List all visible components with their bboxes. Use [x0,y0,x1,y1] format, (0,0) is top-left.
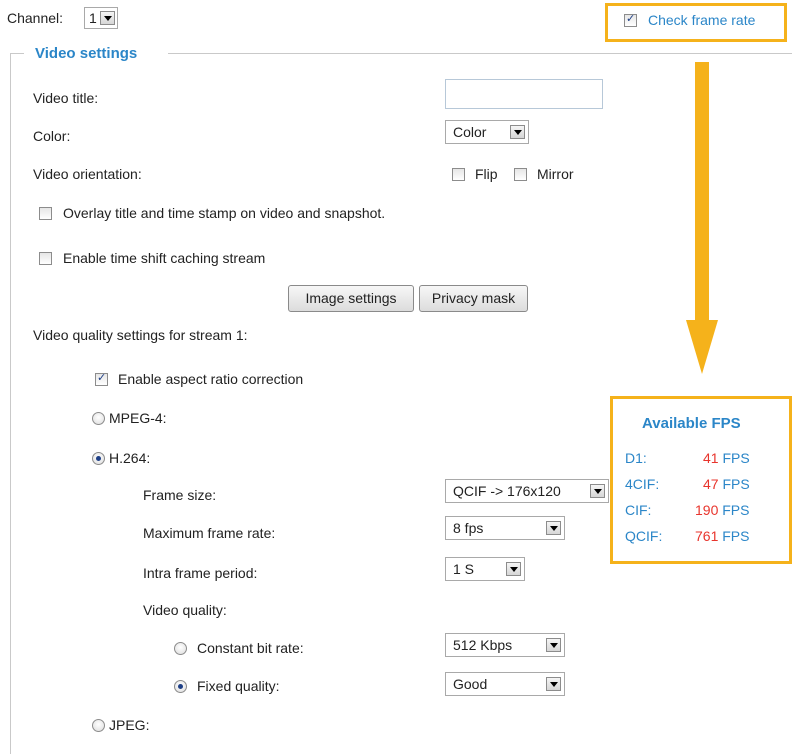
fps-row-value: 761 FPS [695,527,749,545]
fps-value: 41 [703,450,719,466]
intra-frame-select-value: 1 S [453,561,475,577]
channel-select-value: 1 [89,10,97,26]
arrow-head-icon [686,320,718,374]
fps-unit: FPS [722,502,750,518]
fps-unit: FPS [722,528,750,544]
fixed-quality-select-value: Good [453,676,488,692]
fps-row-value: 190 FPS [695,501,749,519]
jpeg-label: JPEG: [109,717,150,733]
video-orientation-label: Video orientation: [33,166,142,182]
fieldset-top-left [10,53,24,54]
h264-label: H.264: [109,450,151,466]
constant-bit-rate-select-value: 512 Kbps [453,637,513,653]
chevron-down-icon [510,125,525,139]
max-frame-rate-select[interactable]: 8 fps [445,516,565,540]
channel-label: Channel: [7,10,64,26]
constant-bit-rate-select[interactable]: 512 Kbps [445,633,565,657]
video-quality-label: Video quality: [143,602,227,618]
fixed-quality-label: Fixed quality: [197,678,280,694]
fixed-quality-radio[interactable] [174,680,187,693]
fps-unit: FPS [722,476,750,492]
image-settings-button[interactable]: Image settings [288,285,414,312]
fixed-quality-select[interactable]: Good [445,672,565,696]
fps-value: 190 [695,502,719,518]
chevron-down-icon [100,11,115,25]
color-select[interactable]: Color [445,120,529,144]
channel-select[interactable]: 1 [84,7,118,29]
intra-frame-select[interactable]: 1 S [445,557,525,581]
aspect-ratio-checkbox[interactable] [95,371,108,386]
constant-bit-rate-radio[interactable] [174,642,187,655]
fieldset-top-right [168,53,792,54]
flip-checkbox[interactable] [452,168,465,181]
stream-quality-label: Video quality settings for stream 1: [33,327,248,343]
check-frame-rate-link[interactable]: Check frame rate [648,11,755,29]
fps-unit: FPS [722,450,750,466]
mpeg4-label: MPEG-4: [109,410,167,426]
overlay-label: Overlay title and time stamp on video an… [63,205,386,221]
aspect-ratio-label: Enable aspect ratio correction [118,371,304,387]
color-label: Color: [33,128,71,144]
available-fps-title: Available FPS [642,415,741,432]
mirror-label: Mirror [537,166,574,182]
max-frame-rate-select-value: 8 fps [453,520,484,536]
fps-row-name: D1: [625,450,647,466]
privacy-mask-button[interactable]: Privacy mask [419,285,528,312]
fps-row-name: 4CIF: [625,476,660,492]
fps-row-name: CIF: [625,502,652,518]
check-frame-rate-checkbox[interactable] [624,12,637,27]
frame-size-label: Frame size: [143,487,217,503]
frame-size-select-value: QCIF -> 176x120 [453,483,561,499]
video-title-label: Video title: [33,90,99,106]
fps-row-value: 47 FPS [703,475,750,493]
flip-label: Flip [475,166,498,182]
chevron-down-icon [590,484,605,498]
fps-value: 761 [695,528,719,544]
chevron-down-icon [506,562,521,576]
mpeg4-radio[interactable] [92,412,105,425]
overlay-checkbox[interactable] [39,207,52,220]
mirror-checkbox[interactable] [514,168,527,181]
time-shift-label: Enable time shift caching stream [63,250,266,266]
fieldset-left [10,53,11,754]
frame-size-select[interactable]: QCIF -> 176x120 [445,479,609,503]
fps-row-value: 41 FPS [703,449,750,467]
max-frame-rate-label: Maximum frame rate: [143,525,276,541]
chevron-down-icon [546,638,561,652]
highlight-arrow [695,62,709,322]
video-title-input[interactable] [445,79,603,109]
chevron-down-icon [546,521,561,535]
intra-frame-label: Intra frame period: [143,565,258,581]
color-select-value: Color [453,124,487,140]
available-fps-panel: Available FPS D1: 41 FPS 4CIF: 47 FPS CI… [610,396,792,564]
video-settings-legend: Video settings [35,45,138,62]
h264-radio[interactable] [92,452,105,465]
time-shift-checkbox[interactable] [39,252,52,265]
chevron-down-icon [546,677,561,691]
fps-value: 47 [703,476,719,492]
constant-bit-rate-label: Constant bit rate: [197,640,304,656]
fps-row-name: QCIF: [625,528,663,544]
jpeg-radio[interactable] [92,719,105,732]
